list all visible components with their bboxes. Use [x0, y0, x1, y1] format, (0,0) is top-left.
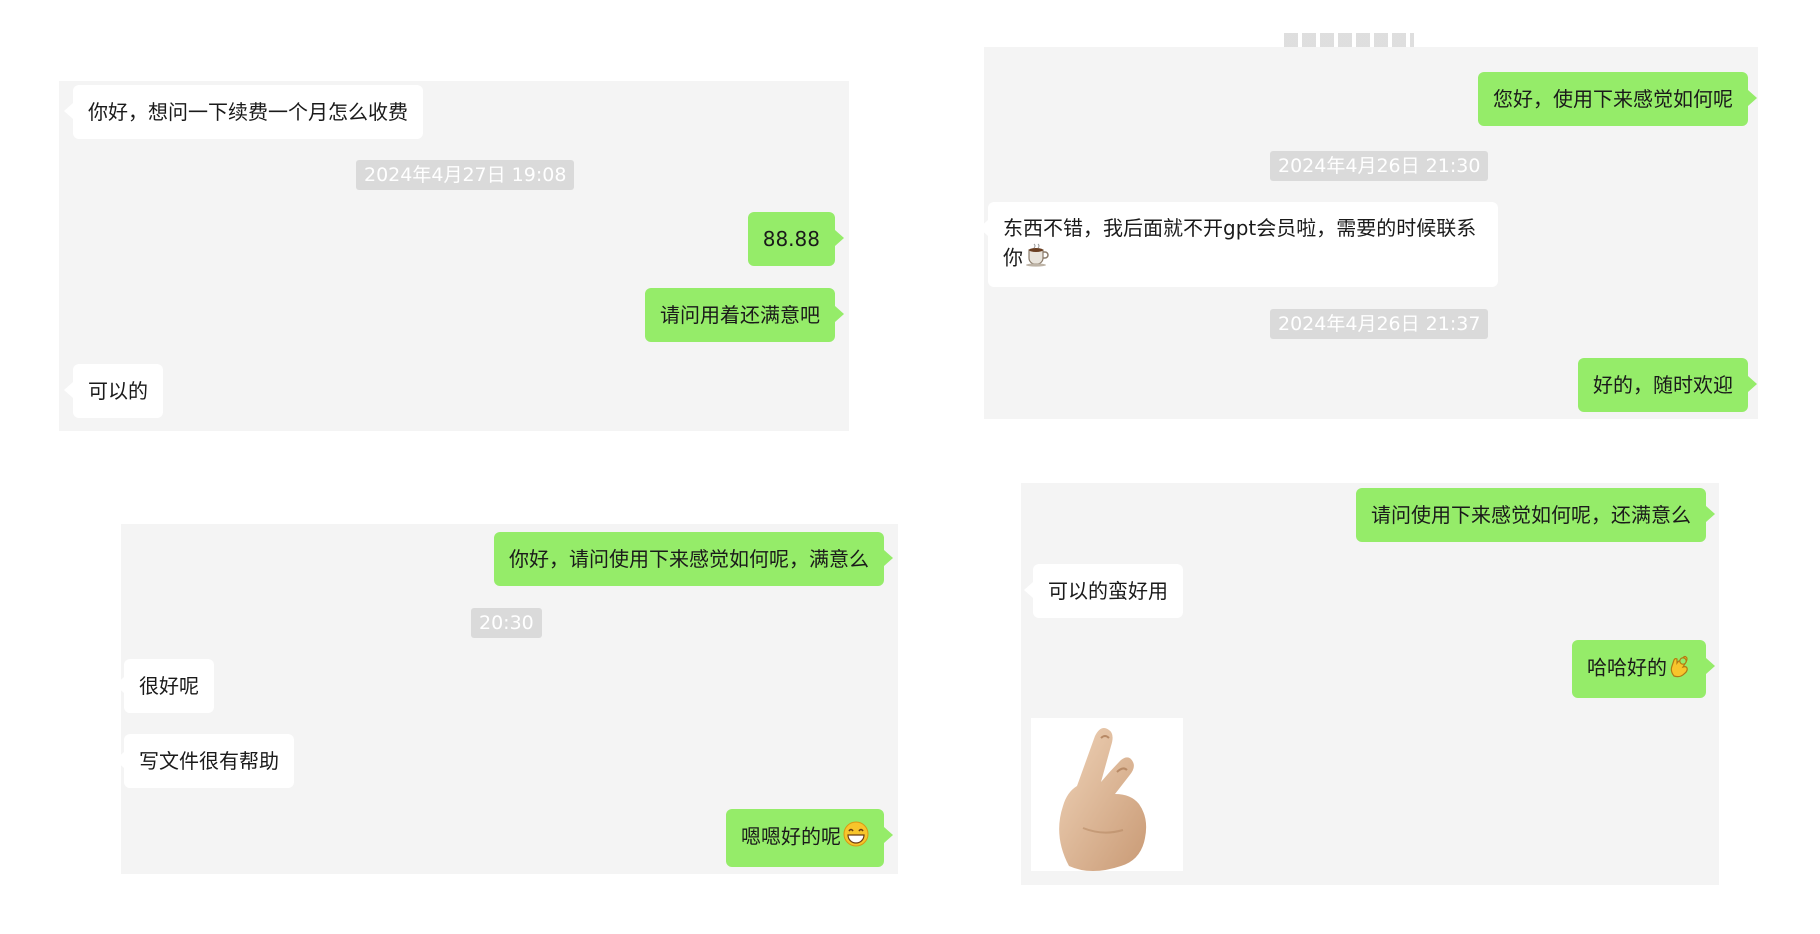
incoming-message[interactable]: 写文件很有帮助 — [115, 734, 294, 788]
outgoing-message[interactable]: 请问使用下来感觉如何呢，还满意么 — [1356, 488, 1715, 542]
chat-panel-3: 你好，请问使用下来感觉如何呢，满意么 20:30 很好呢 写文件很有帮助 嗯嗯好… — [115, 524, 898, 874]
outgoing-message[interactable]: 你好，请问使用下来感觉如何呢，满意么 — [494, 532, 893, 586]
finger-heart-sticker[interactable] — [1031, 718, 1183, 871]
outgoing-message[interactable]: 嗯嗯好的呢 — [726, 809, 893, 867]
outgoing-message[interactable]: 88.88 — [747, 212, 845, 266]
ok-hand-icon — [1669, 652, 1691, 686]
incoming-message[interactable]: 你好，想问一下续费一个月怎么收费 — [64, 85, 423, 139]
outgoing-message[interactable]: 您好，使用下来感觉如何呢 — [1478, 72, 1757, 126]
chat-panel-1: 你好，想问一下续费一个月怎么收费 2024年4月27日 19:08 88.88 … — [59, 81, 849, 431]
timestamp: 2024年4月26日 21:30 — [1270, 151, 1489, 181]
message-text: 嗯嗯好的呢 — [741, 824, 841, 849]
incoming-message[interactable]: 很好呢 — [115, 659, 214, 713]
finger-heart-image — [1059, 728, 1147, 871]
chat-panel-2: 您好，使用下来感觉如何呢 2024年4月26日 21:30 东西不错，我后面就不… — [979, 33, 1758, 419]
timestamp: 20:30 — [471, 608, 542, 638]
clipped-timestamp — [1284, 29, 1424, 47]
message-text: 东西不错，我后面就不开gpt会员啦，需要的时候联系你 — [1003, 216, 1477, 270]
incoming-message[interactable]: 可以的 — [64, 364, 163, 418]
timestamp: 2024年4月27日 19:08 — [356, 160, 575, 190]
grin-icon — [843, 821, 869, 855]
outgoing-message[interactable]: 请问用着还满意吧 — [645, 288, 844, 342]
outgoing-message[interactable]: 哈哈好的 — [1572, 640, 1715, 698]
timestamp: 2024年4月26日 21:37 — [1270, 309, 1489, 339]
chat-panel-4: 请问使用下来感觉如何呢，还满意么 可以的蛮好用 哈哈好的 — [1021, 483, 1719, 885]
incoming-message[interactable]: 可以的蛮好用 — [1024, 564, 1183, 618]
outgoing-message[interactable]: 好的，随时欢迎 — [1578, 358, 1757, 412]
coffee-icon — [1025, 243, 1051, 275]
message-text: 哈哈好的 — [1587, 655, 1667, 680]
incoming-message[interactable]: 东西不错，我后面就不开gpt会员啦，需要的时候联系你 — [979, 202, 1498, 287]
